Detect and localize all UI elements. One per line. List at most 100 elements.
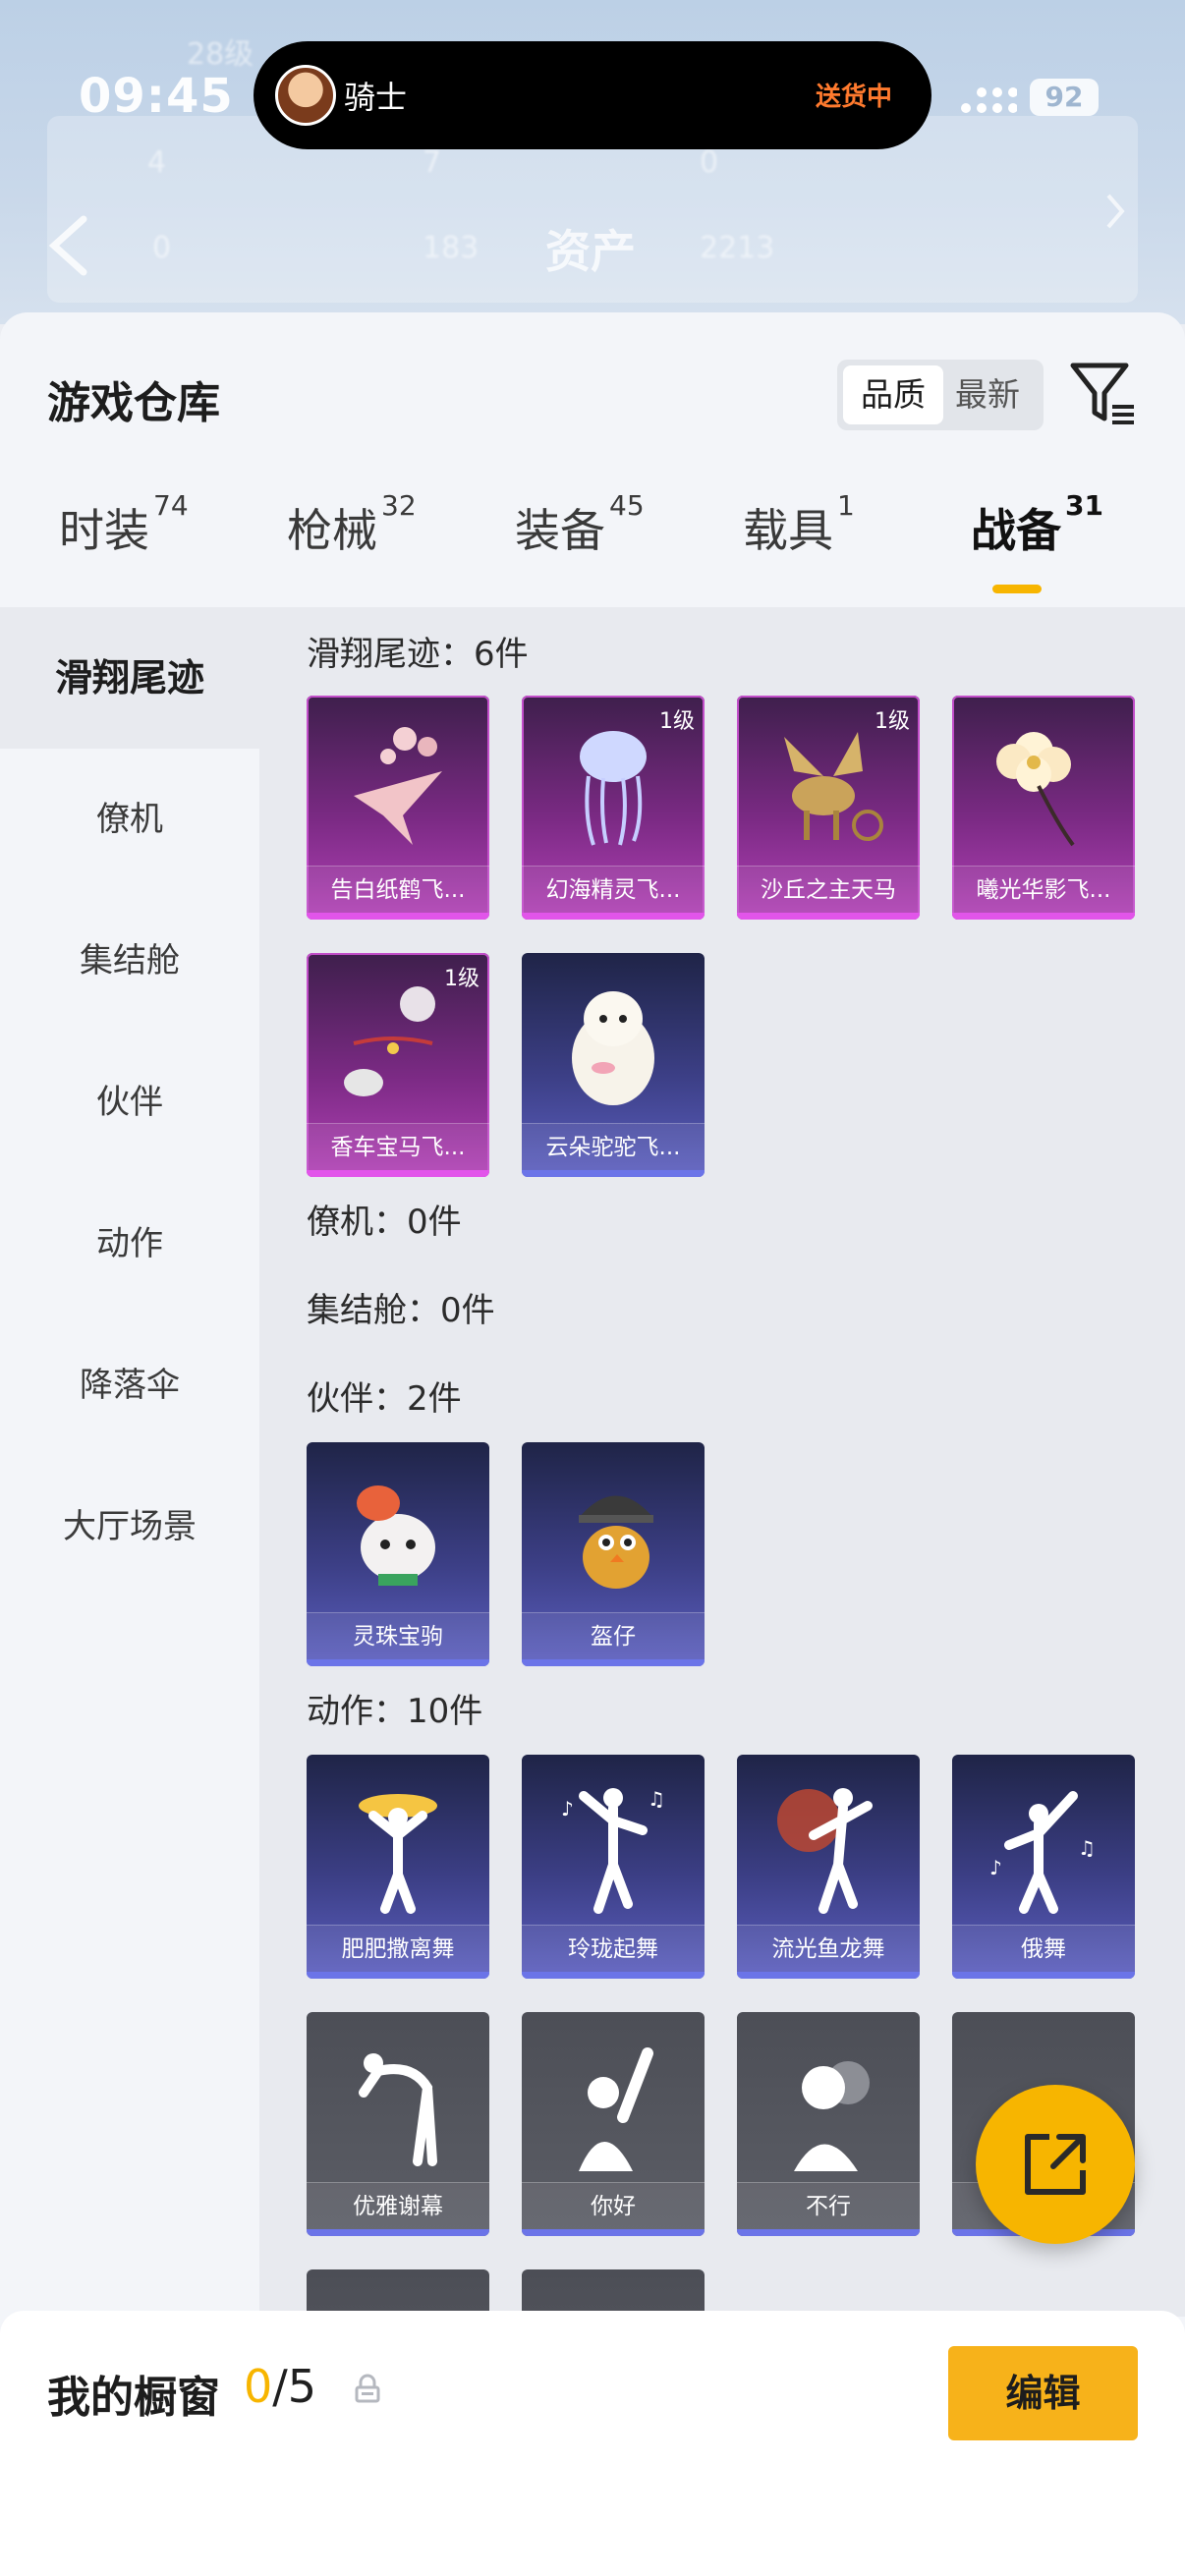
background-level: 28级 bbox=[187, 37, 254, 72]
sort-quality-button[interactable]: 品质 bbox=[843, 365, 943, 424]
sidebar-item-parachute[interactable]: 降落伞 bbox=[0, 1315, 259, 1456]
background-stat: 2213 bbox=[700, 231, 775, 265]
rarity-bar bbox=[307, 1170, 489, 1177]
tab-guns[interactable]: 枪械 32 bbox=[287, 489, 417, 560]
svg-text:♫: ♫ bbox=[648, 1787, 665, 1811]
rarity-bar bbox=[522, 1170, 705, 1177]
item-card[interactable]: 曦光华影飞... bbox=[952, 696, 1135, 920]
background-stat: 183 bbox=[423, 231, 480, 265]
background-stat: 7 bbox=[423, 145, 442, 180]
rarity-bar bbox=[307, 2229, 489, 2236]
item-name: 灵珠宝驹 bbox=[307, 1612, 489, 1659]
category-tabs: 时装 74 枪械 32 装备 45 载具 1 战备 31 bbox=[0, 489, 1185, 613]
dance-emote-image: ♪♫ bbox=[561, 1787, 665, 1914]
sidebar-item-lobby-scene[interactable]: 大厅场景 bbox=[0, 1456, 259, 1597]
item-name: 幻海精灵飞... bbox=[522, 866, 705, 913]
chevron-right-icon bbox=[1106, 194, 1125, 229]
page-title: 游戏仓库 bbox=[47, 378, 220, 428]
rarity-bar bbox=[307, 1659, 489, 1666]
lock-icon bbox=[355, 2374, 380, 2403]
dance-emote-image bbox=[359, 1794, 437, 1914]
share-icon bbox=[1025, 2134, 1086, 2195]
status-time: 09:45 bbox=[79, 69, 234, 124]
item-name: 你好 bbox=[522, 2182, 705, 2229]
item-card[interactable]: 1级 幻海精灵飞... bbox=[522, 696, 705, 920]
item-card[interactable]: 优雅谢幕 bbox=[307, 2012, 489, 2236]
item-card[interactable]: ♪ ♫ 俄舞 bbox=[952, 1755, 1135, 1979]
back-arrow-icon[interactable] bbox=[44, 211, 93, 280]
section-title-partner: 伙伴：2件 bbox=[307, 1379, 462, 1419]
item-card[interactable]: 盔仔 bbox=[522, 1442, 705, 1666]
active-tab-indicator bbox=[992, 585, 1042, 593]
item-name: 俄舞 bbox=[952, 1925, 1135, 1972]
item-card[interactable]: 肥肥撒离舞 bbox=[307, 1755, 489, 1979]
pony-partner-image bbox=[357, 1485, 435, 1586]
sidebar-item-partner[interactable]: 伙伴 bbox=[0, 1032, 259, 1173]
item-card[interactable] bbox=[307, 2269, 489, 2317]
section-title-pod: 集结舱：0件 bbox=[307, 1291, 495, 1330]
item-name: 告白纸鹤飞... bbox=[307, 866, 489, 913]
item-card[interactable]: 云朵驼驼飞... bbox=[522, 953, 705, 1177]
item-name: 香车宝马飞... bbox=[307, 1123, 489, 1170]
tab-vehicles[interactable]: 载具 1 bbox=[743, 489, 855, 560]
rarity-bar bbox=[522, 913, 705, 920]
item-name: 盔仔 bbox=[522, 1612, 705, 1659]
rarity-bar bbox=[952, 1972, 1135, 1979]
warehouse-sheet: 游戏仓库 品质 最新 时装 74 枪械 32 装备 45 载具 1 战备 31 滑翔尾迹 … bbox=[0, 312, 1185, 2576]
sidebar-item-action[interactable]: 动作 bbox=[0, 1173, 259, 1315]
sidebar-item-wingman[interactable]: 僚机 bbox=[0, 749, 259, 890]
section-title-wingman: 僚机：0件 bbox=[307, 1203, 462, 1242]
item-card[interactable] bbox=[522, 2269, 705, 2317]
item-name: 沙丘之主天马 bbox=[737, 866, 920, 913]
item-card[interactable]: 流光鱼龙舞 bbox=[737, 1755, 920, 1979]
tab-fashion[interactable]: 时装 74 bbox=[59, 489, 189, 560]
island-name: 骑士 bbox=[344, 79, 408, 116]
item-card[interactable]: 不行 bbox=[737, 2012, 920, 2236]
sort-newest-button[interactable]: 最新 bbox=[937, 365, 1038, 424]
rarity-bar bbox=[522, 1972, 705, 1979]
filter-icon[interactable] bbox=[1069, 360, 1138, 428]
background-title: 资产 bbox=[545, 225, 636, 278]
background-stat: 0 bbox=[152, 231, 172, 265]
item-name: 玲珑起舞 bbox=[522, 1925, 705, 1972]
share-button[interactable] bbox=[976, 2085, 1135, 2244]
item-card[interactable]: 告白纸鹤飞... bbox=[307, 696, 489, 920]
item-card[interactable]: 1级 香车宝马飞... bbox=[307, 953, 489, 1177]
alpaca-image bbox=[572, 991, 654, 1105]
jellyfish-image bbox=[580, 731, 647, 846]
item-name: 不行 bbox=[737, 2182, 920, 2229]
item-card[interactable]: 你好 bbox=[522, 2012, 705, 2236]
sidebar-item-glide-trail[interactable]: 滑翔尾迹 bbox=[0, 607, 259, 749]
sort-toggle: 品质 最新 bbox=[837, 360, 1044, 430]
item-list: 滑翔尾迹：6件 告白纸鹤飞... 1级 幻海精灵飞... 1级 沙丘之主天马 曦… bbox=[259, 607, 1185, 2317]
item-name: 优雅谢幕 bbox=[307, 2182, 489, 2229]
pegasus-chariot-image bbox=[784, 732, 883, 841]
battery-indicator: 92 bbox=[1030, 79, 1099, 116]
sidebar: 滑翔尾迹 僚机 集结舱 伙伴 动作 降落伞 大厅场景 bbox=[0, 607, 259, 2576]
item-name: 云朵驼驼飞... bbox=[522, 1123, 705, 1170]
svg-text:♪: ♪ bbox=[561, 1797, 574, 1820]
item-name: 曦光华影飞... bbox=[952, 866, 1135, 913]
rarity-bar bbox=[522, 2229, 705, 2236]
item-card[interactable]: ♪ ♫ 玲珑起舞 bbox=[522, 1755, 705, 1979]
background-stat: 0 bbox=[700, 145, 719, 180]
showcase-bar: 我的橱窗 0/5 编辑 bbox=[0, 2311, 1185, 2576]
rarity-bar bbox=[522, 1659, 705, 1666]
avatar bbox=[275, 65, 336, 126]
tab-equipment[interactable]: 装备 45 bbox=[515, 489, 645, 560]
signal-icon bbox=[961, 87, 1017, 113]
island-status: 送货中 bbox=[815, 83, 892, 112]
paper-crane-image bbox=[354, 727, 442, 845]
carriage-image bbox=[344, 986, 435, 1096]
svg-text:♪: ♪ bbox=[989, 1856, 1002, 1879]
rarity-bar bbox=[952, 913, 1135, 920]
item-card[interactable]: 1级 沙丘之主天马 bbox=[737, 696, 920, 920]
item-card[interactable]: 灵珠宝驹 bbox=[307, 1442, 489, 1666]
shake-head-emote-image bbox=[794, 2061, 870, 2171]
sidebar-item-assembly-pod[interactable]: 集结舱 bbox=[0, 890, 259, 1032]
section-title-glide: 滑翔尾迹：6件 bbox=[307, 635, 529, 674]
dynamic-island[interactable]: 骑士 送货中 bbox=[254, 41, 931, 149]
rarity-bar bbox=[307, 913, 489, 920]
edit-button[interactable]: 编辑 bbox=[948, 2346, 1138, 2440]
tab-battle-gear[interactable]: 战备 31 bbox=[971, 489, 1103, 560]
